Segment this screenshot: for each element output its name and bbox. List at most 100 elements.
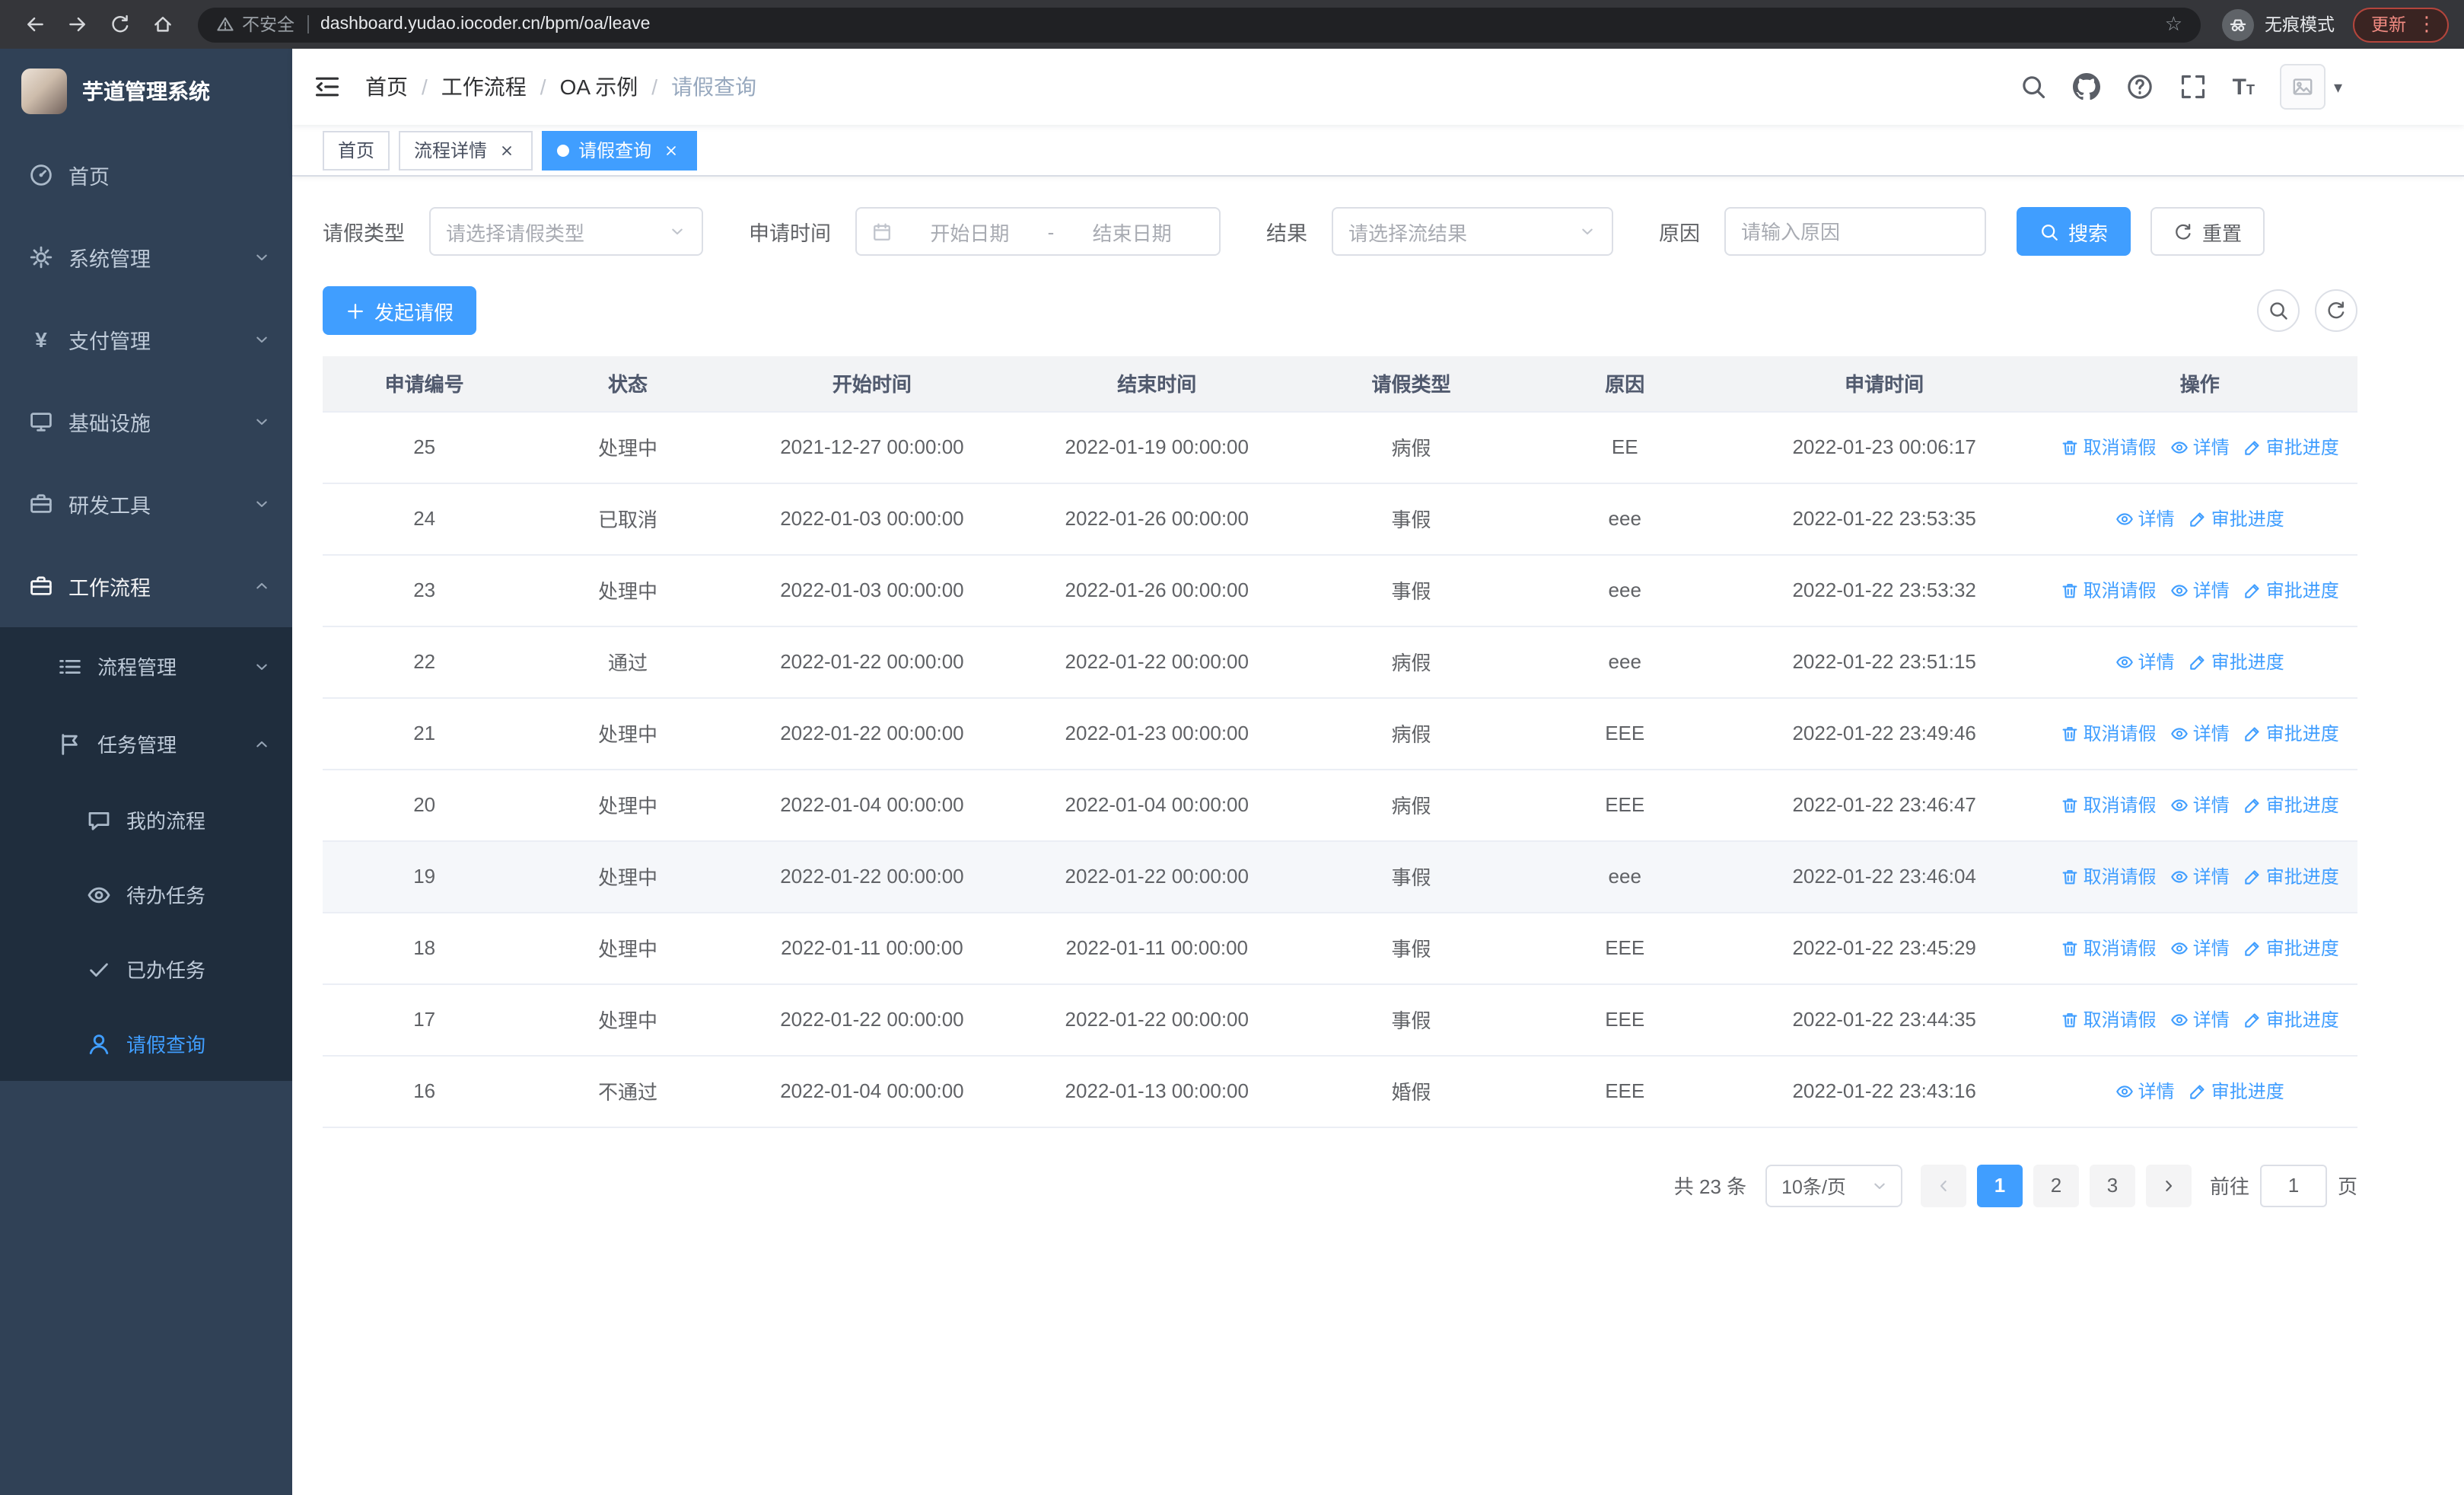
browser-back-button[interactable] (15, 5, 55, 44)
detail-link[interactable]: 详情 (2170, 792, 2230, 818)
close-tab-icon[interactable] (496, 139, 517, 161)
cancel-leave-link[interactable]: 取消请假 (2061, 935, 2157, 961)
sidebar-item-workflow[interactable]: 工作流程 (0, 545, 292, 627)
sidebar-item-done-tasks[interactable]: 已办任务 (0, 932, 292, 1006)
sidebar-item-leave-query[interactable]: 请假查询 (0, 1006, 292, 1081)
github-icon[interactable] (2073, 73, 2100, 100)
next-page-button[interactable] (2145, 1164, 2192, 1207)
reset-button[interactable]: 重置 (2150, 207, 2265, 256)
search-button[interactable]: 搜索 (2017, 207, 2131, 256)
approval-progress-link[interactable]: 审批进度 (2243, 434, 2339, 460)
approval-progress-link[interactable]: 审批进度 (2243, 863, 2339, 889)
sidebar-item-todo-tasks[interactable]: 待办任务 (0, 857, 292, 932)
detail-link[interactable]: 详情 (2170, 577, 2230, 603)
detail-link[interactable]: 详情 (2115, 649, 2175, 674)
eye-icon (2170, 1010, 2189, 1028)
eye-icon (87, 882, 111, 907)
detail-link[interactable]: 详情 (2170, 863, 2230, 889)
fullscreen-icon[interactable] (2179, 73, 2207, 100)
help-icon[interactable] (2126, 73, 2154, 100)
result-select[interactable]: 请选择流结果 (1332, 207, 1613, 256)
browser-home-button[interactable] (143, 5, 183, 44)
table-row: 22 通过 2022-01-22 00:00:00 2022-01-22 00:… (323, 626, 2357, 698)
approval-progress-link[interactable]: 审批进度 (2243, 577, 2339, 603)
cancel-leave-link[interactable]: 取消请假 (2061, 863, 2157, 889)
sidebar-toggle-icon[interactable] (314, 73, 341, 100)
security-label: 不安全 (242, 17, 294, 35)
warning-icon (216, 15, 234, 33)
breadcrumb-oa-example[interactable]: OA 示例 (560, 72, 638, 102)
chevron-down-icon (253, 657, 271, 675)
approval-progress-link[interactable]: 审批进度 (2189, 505, 2284, 531)
create-leave-button[interactable]: 发起请假 (323, 286, 477, 335)
breadcrumb-home[interactable]: 首页 (365, 72, 408, 102)
avatar[interactable] (2280, 64, 2326, 110)
browser-forward-button[interactable] (58, 5, 97, 44)
task-submenu: 我的流程 待办任务 已办任务 请假查询 (0, 783, 292, 1081)
screen: 不安全 dashboard.yudao.iocoder.cn/bpm/oa/le… (0, 0, 2464, 1495)
detail-link[interactable]: 详情 (2115, 505, 2175, 531)
prev-page-button[interactable] (1920, 1164, 1966, 1207)
sidebar-item-infrastructure[interactable]: 基础设施 (0, 381, 292, 463)
approval-progress-link[interactable]: 审批进度 (2243, 720, 2339, 746)
leave-type-select[interactable]: 请选择请假类型 (429, 207, 703, 256)
goto-page-input[interactable] (2259, 1164, 2327, 1207)
approval-progress-link[interactable]: 审批进度 (2189, 649, 2284, 674)
page-content: 请假类型 请选择请假类型 申请时间 开始日期 - 结束日期 结果 请选择流结果 … (292, 177, 2464, 1495)
sidebar-item-home[interactable]: 首页 (0, 134, 292, 216)
user-menu[interactable]: ▾ (2280, 64, 2342, 110)
sidebar-item-system-management[interactable]: 系统管理 (0, 216, 292, 298)
font-size-icon[interactable]: TT (2233, 75, 2255, 98)
approval-progress-link[interactable]: 审批进度 (2243, 792, 2339, 818)
detail-link[interactable]: 详情 (2170, 434, 2230, 460)
end-date-placeholder[interactable]: 结束日期 (1060, 217, 1204, 246)
sidebar-item-task-management[interactable]: 任务管理 (0, 705, 292, 783)
table-row: 17 处理中 2022-01-22 00:00:00 2022-01-22 00… (323, 983, 2357, 1056)
start-date-placeholder[interactable]: 开始日期 (898, 217, 1042, 246)
address-bar[interactable]: 不安全 dashboard.yudao.iocoder.cn/bpm/oa/le… (198, 7, 2201, 42)
cancel-leave-link[interactable]: 取消请假 (2061, 1006, 2157, 1032)
sidebar-item-payment-management[interactable]: ¥ 支付管理 (0, 298, 292, 381)
detail-link[interactable]: 详情 (2115, 1078, 2175, 1104)
bookmark-star-icon[interactable]: ☆ (2165, 12, 2182, 37)
browser-reload-button[interactable] (100, 5, 140, 44)
cancel-leave-link[interactable]: 取消请假 (2061, 792, 2157, 818)
sidebar-item-my-processes[interactable]: 我的流程 (0, 783, 292, 857)
kebab-menu-icon[interactable]: ⋮ (2417, 12, 2437, 37)
security-chip[interactable]: 不安全 (216, 12, 294, 37)
refresh-table-button[interactable] (2315, 289, 2357, 332)
header-search-icon[interactable] (2020, 73, 2047, 100)
sidebar-item-process-management[interactable]: 流程管理 (0, 627, 292, 705)
reason-input[interactable] (1726, 209, 1985, 254)
detail-link[interactable]: 详情 (2170, 935, 2230, 961)
page-button-2[interactable]: 2 (2033, 1164, 2079, 1207)
approval-progress-link[interactable]: 审批进度 (2243, 1006, 2339, 1032)
eye-icon (2170, 939, 2189, 957)
tab-home[interactable]: 首页 (323, 130, 390, 170)
filter-form: 请假类型 请选择请假类型 申请时间 开始日期 - 结束日期 结果 请选择流结果 … (323, 207, 2357, 256)
page-button-3[interactable]: 3 (2089, 1164, 2135, 1207)
app-title: 芋道管理系统 (82, 79, 210, 104)
chevron-down-icon (253, 495, 271, 513)
pen-icon (2189, 509, 2207, 528)
page-size-select[interactable]: 10条/页 (1765, 1164, 1902, 1207)
browser-update-button[interactable]: 更新 ⋮ (2353, 7, 2449, 42)
approval-progress-link[interactable]: 审批进度 (2189, 1078, 2284, 1104)
pen-icon (2243, 438, 2262, 456)
tab-process-detail[interactable]: 流程详情 (399, 130, 533, 170)
detail-link[interactable]: 详情 (2170, 1006, 2230, 1032)
close-tab-icon[interactable] (661, 139, 682, 161)
breadcrumb-workflow[interactable]: 工作流程 (441, 72, 527, 102)
approval-progress-link[interactable]: 审批进度 (2243, 935, 2339, 961)
apply-time-range-picker[interactable]: 开始日期 - 结束日期 (855, 207, 1221, 256)
page-button-1[interactable]: 1 (1976, 1164, 2023, 1207)
eye-icon (2170, 867, 2189, 885)
tab-leave-query[interactable]: 请假查询 (542, 130, 698, 170)
cancel-leave-link[interactable]: 取消请假 (2061, 720, 2157, 746)
cancel-leave-link[interactable]: 取消请假 (2061, 577, 2157, 603)
detail-link[interactable]: 详情 (2170, 720, 2230, 746)
sidebar-item-dev-tools[interactable]: 研发工具 (0, 463, 292, 545)
cancel-leave-link[interactable]: 取消请假 (2061, 434, 2157, 460)
toggle-search-button[interactable] (2257, 289, 2300, 332)
table-row: 16 不通过 2022-01-04 00:00:00 2022-01-13 00… (323, 1055, 2357, 1127)
